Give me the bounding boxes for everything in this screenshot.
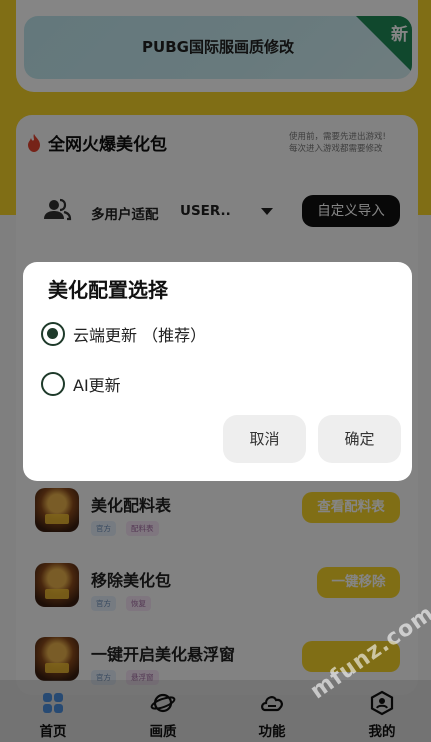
option-label: AI更新 <box>73 376 121 395</box>
option-cloud-update[interactable]: 云端更新 （推荐） <box>41 322 206 346</box>
radio-unchecked-icon[interactable] <box>41 372 65 396</box>
option-ai-update[interactable]: AI更新 <box>41 372 121 396</box>
cancel-button[interactable]: 取消 <box>223 415 306 463</box>
confirm-button[interactable]: 确定 <box>318 415 401 463</box>
config-select-dialog: 美化配置选择 云端更新 （推荐） AI更新 取消 确定 <box>23 262 412 481</box>
option-label: 云端更新 （推荐） <box>73 326 207 345</box>
dialog-title: 美化配置选择 <box>48 278 168 302</box>
radio-checked-icon[interactable] <box>41 322 65 346</box>
